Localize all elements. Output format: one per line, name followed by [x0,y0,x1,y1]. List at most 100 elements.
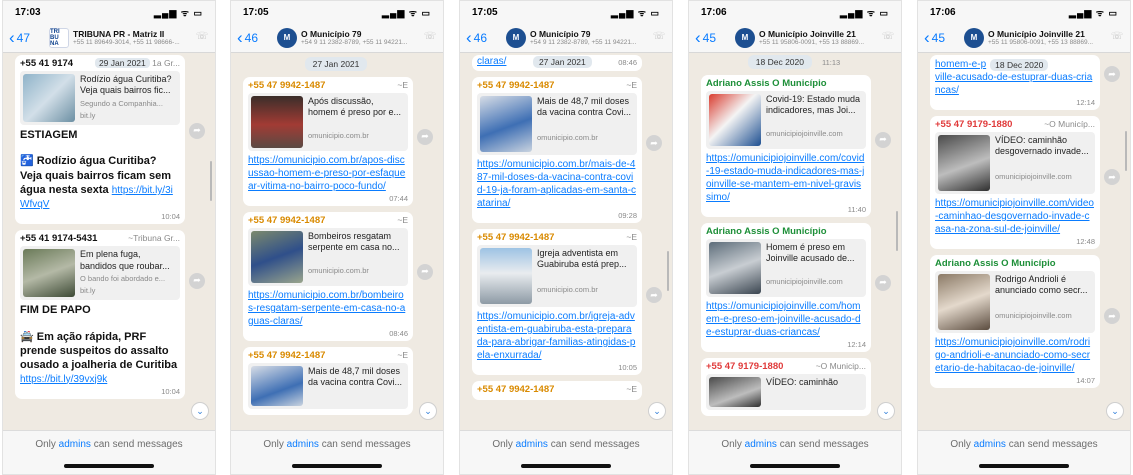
add-call-icon[interactable]: ☏ [1110,31,1124,45]
scrollbar[interactable] [1125,131,1127,171]
forward-icon[interactable]: ➦ [1104,169,1120,186]
forward-icon[interactable]: ➦ [875,274,891,291]
sender-number: +55 47 9942-1487 [477,384,555,395]
scroll-down-button[interactable]: ⌄ [1106,402,1124,420]
sender-row: +55 47 9942-1487 ~E [477,384,637,395]
preview-title: Homem é preso em Joinville acusado de... [766,242,855,264]
forward-icon[interactable]: ➦ [1104,66,1120,82]
message-link[interactable]: https://omunicipio.com.br/igreja-adventi… [477,310,637,362]
scroll-down-button[interactable]: ⌄ [877,402,895,420]
link-preview[interactable]: Rodízio água Curitiba? Veja quais bairro… [20,71,180,125]
chat-header: ‹ 46 M O Município 79 +54 9 11 2382-8789,… [231,23,443,53]
group-avatar[interactable]: M [506,27,526,48]
message-time: 12:14 [847,340,866,349]
scrollbar[interactable] [210,161,212,201]
forward-icon[interactable]: ➦ [417,128,433,145]
message-bubble[interactable]: claras/ 27 Jan 2021 08:46 [472,55,642,71]
back-button[interactable]: ‹ 45 [695,29,731,46]
message-list[interactable]: +55 41 9174 29 Jan 2021 1a Gr... Rodízio… [3,53,215,430]
link-preview[interactable]: VÍDEO: caminhão desgovernado invade... o… [935,132,1095,194]
chat-title-block[interactable]: O Município Joinville 21 +55 11 95806-00… [759,29,877,46]
group-avatar[interactable]: TRI BU NA [49,27,69,48]
forward-icon[interactable]: ➦ [1104,308,1120,325]
forward-icon[interactable]: ➦ [875,131,891,148]
message-bubble[interactable]: +55 47 9942-1487 ~E Mais de 48,7 mil dos… [472,77,662,223]
message-link[interactable]: ville-acusado-de-estuprar-duas-criancas/ [935,71,1095,97]
message-bubble[interactable]: +55 47 9942-1487 ~E Após discussão, home… [243,77,433,206]
admins-link[interactable]: admins [974,439,1006,450]
message-link[interactable]: https://omunicipiojoinville.com/video-ca… [935,197,1095,236]
link-preview[interactable]: Homem é preso em Joinville acusado de...… [706,239,866,297]
message-list[interactable]: 18 Dec 2020 11:13 Adriano Assis O Municí… [689,53,901,430]
message-bubble[interactable]: +55 47 9942-1487 ~E Igreja adventista em… [472,229,662,375]
add-call-icon[interactable]: ☏ [652,31,666,45]
link-preview[interactable]: Em plena fuga, bandidos que roubar... O … [20,246,180,301]
link-preview[interactable]: VÍDEO: caminhão [706,374,866,410]
message-link[interactable]: https://omunicipiojoinville.com/covid-19… [706,152,866,204]
sender-number: +55 47 9942-1487 [248,215,326,226]
forward-icon[interactable]: ➦ [646,135,662,152]
message-list[interactable]: homem-e-p 18 Dec 2020 ville-acusado-de-e… [918,53,1130,430]
scrollbar[interactable] [896,211,898,251]
back-button[interactable]: ‹ 46 [466,29,502,46]
forward-icon[interactable]: ➦ [189,122,205,139]
message-bubble[interactable]: Adriano Assis O Município Covid-19: Esta… [701,75,891,217]
admins-only-notice: Only admins can send messages [721,439,869,450]
message-bubble[interactable]: +55 41 9174-5431 ~Tribuna Gr... Em plena… [15,230,205,399]
forward-icon[interactable]: ➦ [646,287,662,304]
add-call-icon[interactable]: ☏ [423,31,437,45]
forward-icon[interactable]: ➦ [417,263,433,280]
message-bubble[interactable]: +55 47 9942-1487 ~E Bombeiros resgatam s… [243,212,433,341]
link-preview[interactable]: Mais de 48,7 mil doses da vacina contra … [477,93,637,155]
message-link[interactable]: claras/ [477,55,506,68]
scroll-down-button[interactable]: ⌄ [419,402,437,420]
scroll-down-button[interactable]: ⌄ [648,402,666,420]
message-link[interactable]: https://omunicipio.com.br/bombeiros-resg… [248,289,408,328]
group-avatar[interactable]: M [735,27,755,48]
admins-link[interactable]: admins [59,439,91,450]
group-avatar[interactable]: M [964,27,984,48]
link-preview[interactable]: Covid-19: Estado muda indicadores, mas J… [706,91,866,149]
status-bar: 17:05 ▂▄▆ ᯤ ▭ [460,1,672,23]
back-button[interactable]: ‹ 45 [924,29,960,46]
add-call-icon[interactable]: ☏ [881,31,895,45]
message-link[interactable]: https://bit.ly/39vxj9k [20,373,180,386]
link-preview[interactable]: Mais de 48,7 mil doses da vacina contra … [248,363,408,409]
message-link[interactable]: https://omunicipio.com.br/mais-de-487-mi… [477,158,637,210]
link-preview[interactable]: Igreja adventista em Guabiruba está prep… [477,245,637,307]
message-bubble[interactable]: +55 47 9942-1487 ~E Mais de 48,7 mil dos… [243,347,413,415]
group-avatar[interactable]: M [277,27,297,48]
link-preview[interactable]: Bombeiros resgatam serpente em casa no..… [248,228,408,286]
message-bubble[interactable]: Adriano Assis O Município Rodrigo Andrio… [930,255,1120,388]
message-bubble[interactable]: homem-e-p 18 Dec 2020 ville-acusado-de-e… [930,55,1120,110]
message-bubble[interactable]: +55 41 9174 29 Jan 2021 1a Gr... Rodízio… [15,55,205,225]
chat-title-block[interactable]: O Município 79 +54 9 11 2382-8789, +55 1… [530,29,648,46]
admins-link[interactable]: admins [745,439,777,450]
message-link[interactable]: https://omunicipio.com.br/apos-discussao… [248,154,408,193]
forward-icon[interactable]: ➦ [189,272,205,289]
scroll-down-button[interactable]: ⌄ [191,402,209,420]
message-bubble[interactable]: +55 47 9179-1880 ~O Municíp... VÍDEO: ca… [930,116,1120,249]
message-link[interactable]: https://omunicipiojoinville.com/homem-e-… [706,300,866,339]
add-call-icon[interactable]: ☏ [195,31,209,45]
message-link[interactable]: https://omunicipiojoinville.com/rodrigo-… [935,336,1095,375]
back-button[interactable]: ‹ 46 [237,29,273,46]
message-link[interactable]: homem-e-p [935,58,986,71]
admins-link[interactable]: admins [516,439,548,450]
link-preview[interactable]: Rodrigo Andrioli é anunciado como secr..… [935,271,1095,333]
message-list[interactable]: claras/ 27 Jan 2021 08:46 +55 47 9942-14… [460,53,672,430]
message-time: 08:46 [389,329,408,338]
back-button[interactable]: ‹ 47 [9,29,45,46]
admins-link[interactable]: admins [287,439,319,450]
chat-title-block[interactable]: O Município Joinville 21 +55 11 95806-00… [988,29,1106,46]
message-list[interactable]: 27 Jan 2021 +55 47 9942-1487 ~E Após dis… [231,53,443,430]
message-bubble[interactable]: +55 47 9942-1487 ~E [472,381,642,400]
link-preview[interactable]: Após discussão, homem é preso por e... o… [248,93,408,151]
chat-title-block[interactable]: O Município 79 +54 9 11 2382-8789, +55 1… [301,29,419,46]
message-bubble[interactable]: +55 47 9179-1880 ~O Municip... VÍDEO: ca… [701,358,871,416]
message-bubble[interactable]: Adriano Assis O Município Homem é preso … [701,223,891,352]
chat-title-block[interactable]: TRIBUNA PR - Matriz II +55 11 89649-3014… [73,29,191,46]
preview-domain: omunicipio.com.br [537,284,598,294]
signal-wifi-battery-icon: ▂▄▆ ᯤ ▭ [154,7,203,18]
scrollbar[interactable] [667,251,669,291]
